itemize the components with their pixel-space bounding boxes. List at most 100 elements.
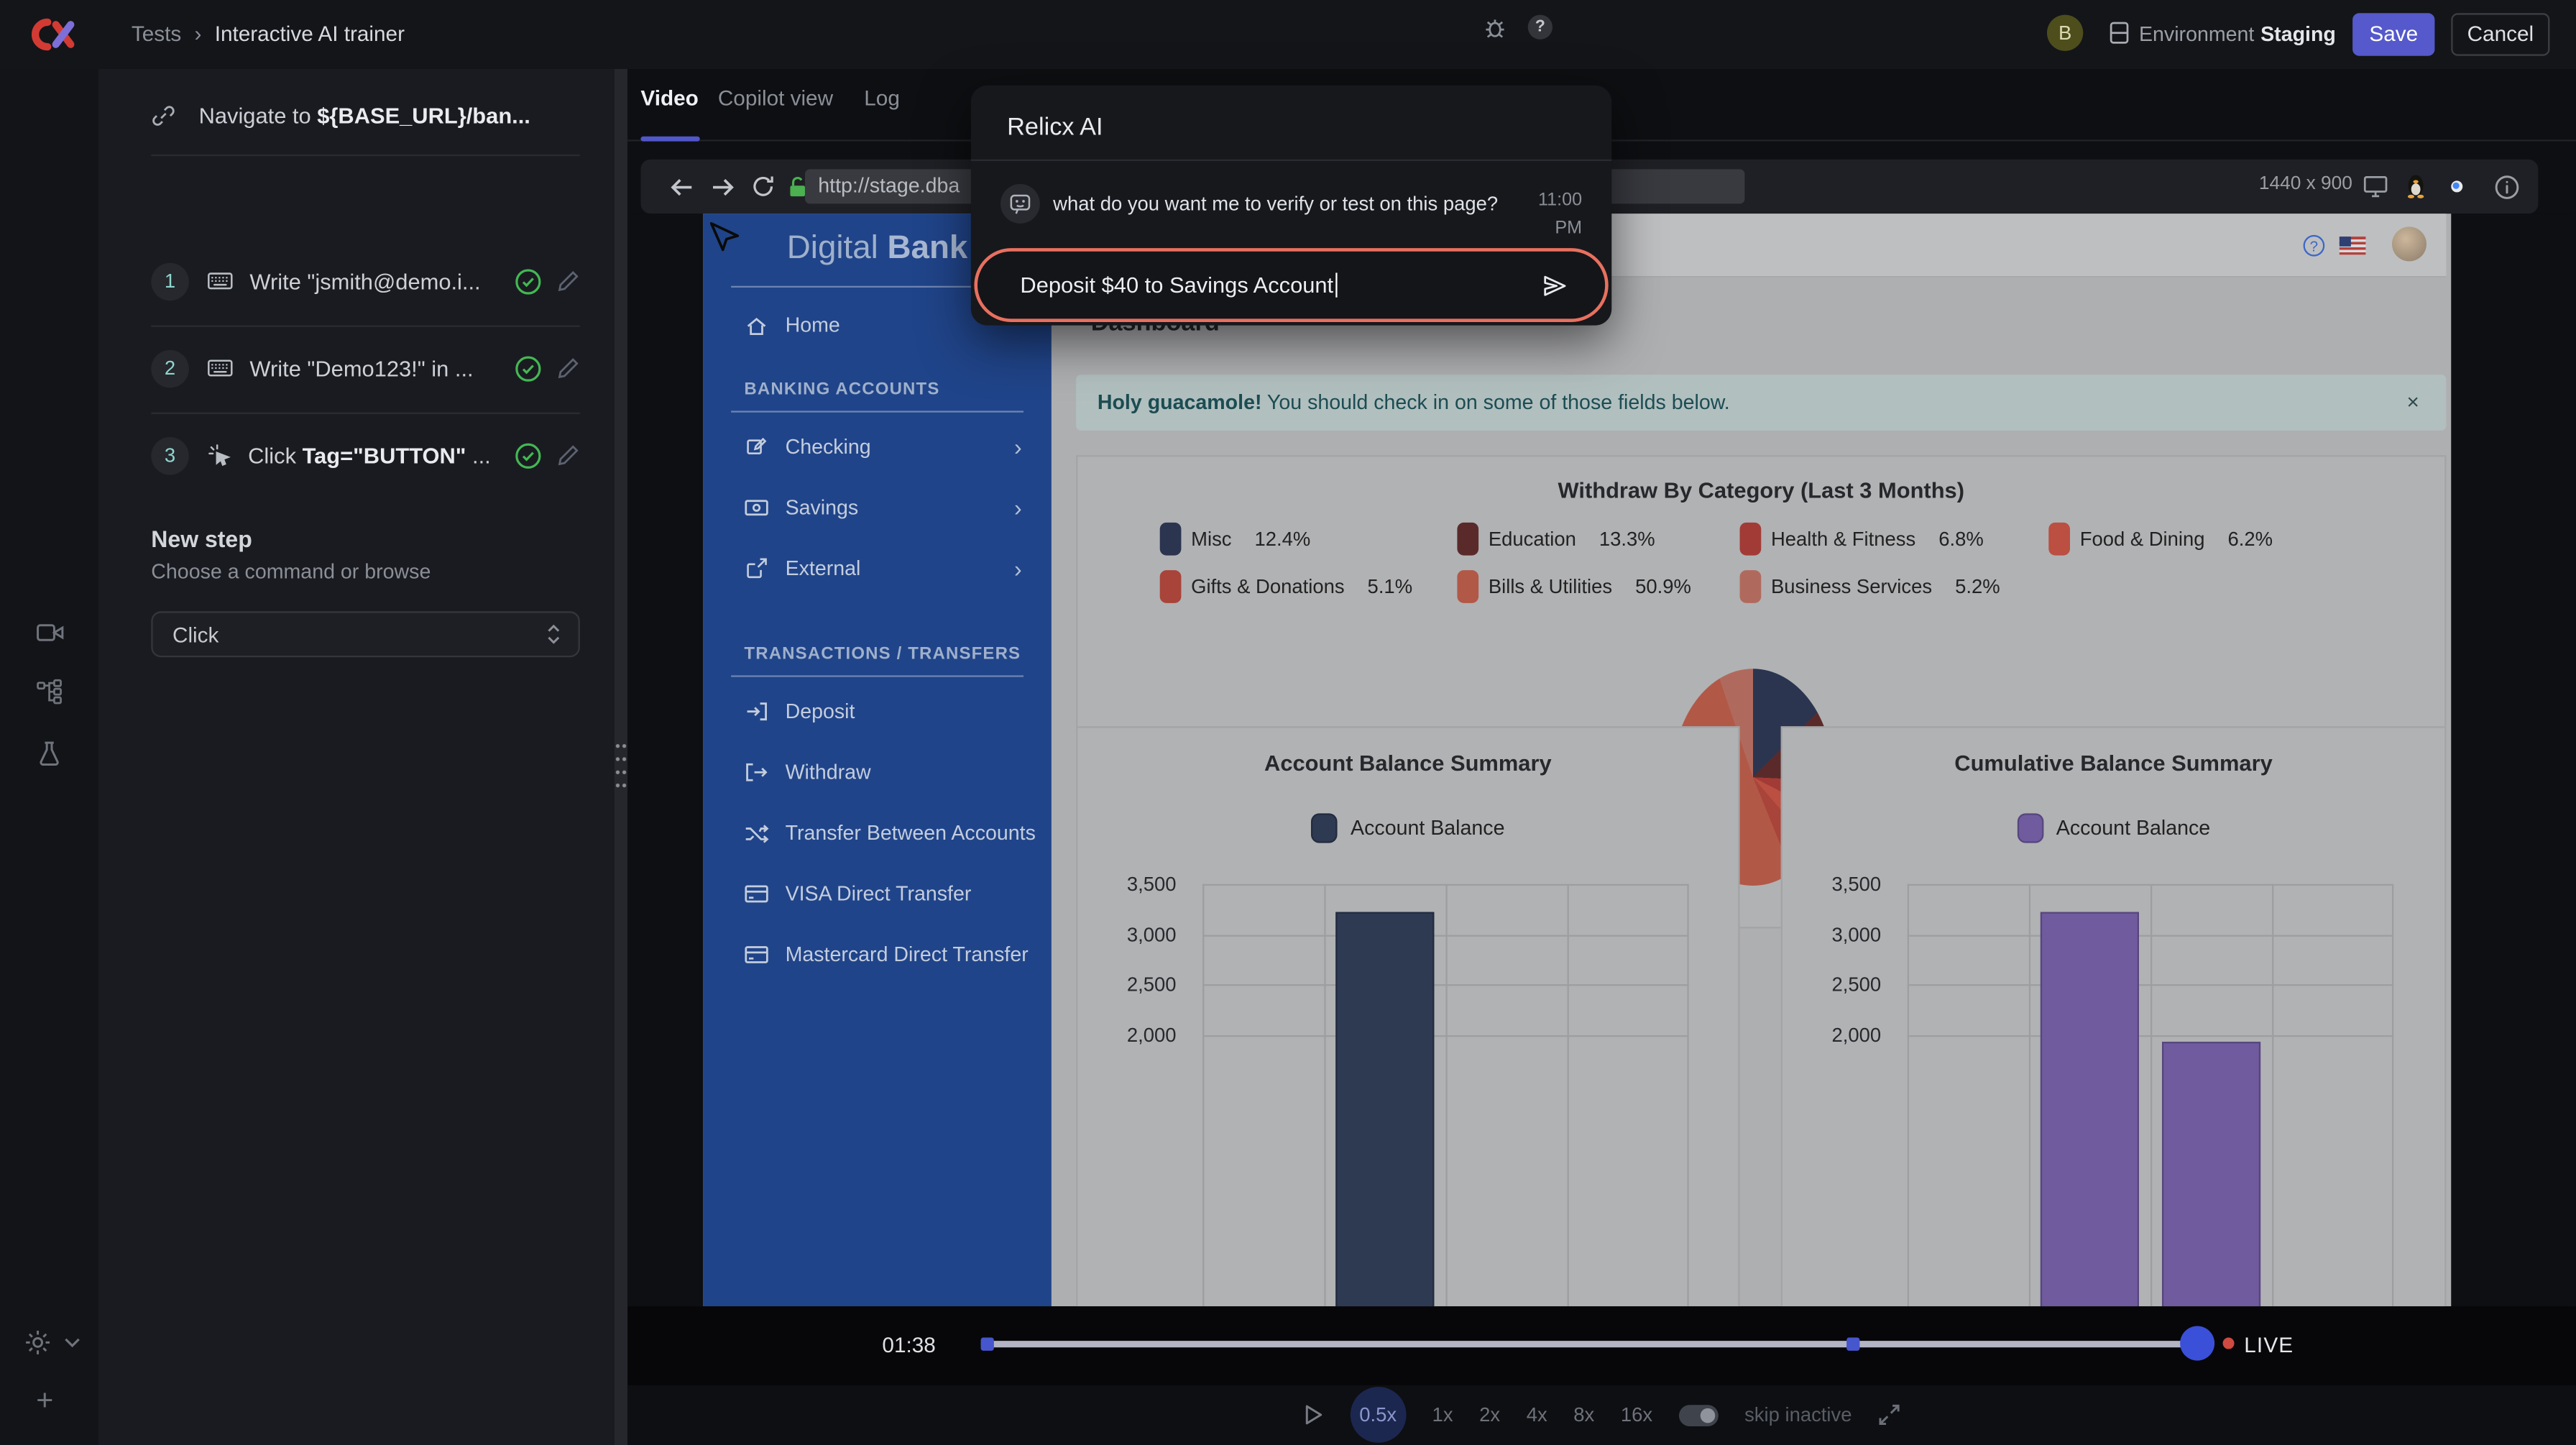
tab-video[interactable]: Video — [640, 86, 698, 110]
bank-nav-deposit[interactable]: Deposit — [703, 692, 1052, 731]
help-circle-icon[interactable]: ? — [2304, 235, 2325, 257]
monitor-icon[interactable] — [2363, 174, 2389, 198]
settings-gear-icon[interactable] — [23, 1328, 52, 1357]
legend-item[interactable]: Food & Dining6.2% — [2048, 523, 2409, 556]
step-row-1[interactable]: 1 Write "jsmith@demo.i... — [151, 245, 580, 318]
panel-resizer[interactable] — [615, 69, 627, 1445]
play-icon[interactable] — [1302, 1404, 1324, 1427]
chevron-down-icon[interactable] — [63, 1333, 82, 1352]
video-camera-icon[interactable] — [36, 620, 64, 646]
divider — [731, 675, 1024, 676]
progress-track[interactable] — [981, 1341, 2213, 1347]
speed-8x[interactable]: 8x — [1573, 1404, 1594, 1427]
cancel-button[interactable]: Cancel — [2451, 13, 2549, 55]
ai-prompt-input[interactable]: Deposit $40 to Savings Account — [974, 248, 1608, 322]
step-row-3[interactable]: 3 Click Tag="BUTTON" ... — [151, 419, 580, 492]
flow-tree-icon[interactable] — [36, 679, 64, 705]
send-icon[interactable] — [1541, 272, 1569, 298]
top-bar: Tests › Interactive AI trainer ? B Envir… — [0, 0, 2576, 70]
bank-nav-withdraw[interactable]: Withdraw — [703, 753, 1052, 792]
navigate-step[interactable]: Navigate to ${BASE_URL}/ban... — [151, 79, 580, 153]
drag-handle-icon[interactable] — [615, 740, 627, 789]
legend-item[interactable]: Business Services5.2% — [1740, 570, 2049, 603]
back-icon[interactable] — [668, 174, 695, 201]
tab-log[interactable]: Log — [864, 86, 900, 110]
speed-16x[interactable]: 16x — [1621, 1404, 1652, 1427]
cx-logo-icon[interactable] — [27, 15, 76, 55]
edit-pencil-icon[interactable] — [557, 357, 580, 380]
bank-nav-checking[interactable]: Checking› — [703, 427, 1052, 467]
progress-marker[interactable] — [1846, 1338, 1859, 1351]
gridline — [2272, 884, 2273, 1306]
keyboard-icon — [207, 357, 234, 380]
bank-nav-external[interactable]: External› — [703, 549, 1052, 588]
bar-legend[interactable]: Account Balance — [1077, 813, 1738, 843]
speed-2x[interactable]: 2x — [1479, 1404, 1500, 1427]
progress-marker[interactable] — [981, 1338, 994, 1351]
fullscreen-icon[interactable] — [1878, 1404, 1901, 1427]
video-viewport[interactable]: Digital Bank Home BANKING ACCOUNTS Check… — [627, 214, 2576, 1306]
bar-account-balance[interactable] — [2041, 911, 2139, 1306]
legend-item[interactable]: Education13.3% — [1457, 523, 1739, 556]
app-root: Tests › Interactive AI trainer ? B Envir… — [0, 0, 2576, 1445]
left-rail: + — [0, 69, 100, 1445]
bar-legend[interactable]: Account Balance — [1782, 813, 2444, 843]
navigate-step-label: Navigate to ${BASE_URL}/ban... — [199, 104, 530, 128]
environment-value[interactable]: Staging — [2260, 23, 2336, 46]
edit-pencil-icon[interactable] — [557, 444, 580, 467]
bar-plot — [1202, 884, 1689, 1306]
tab-copilot-view[interactable]: Copilot view — [718, 86, 833, 110]
playhead[interactable] — [2180, 1326, 2214, 1361]
alert-close-icon[interactable]: × — [2407, 387, 2419, 417]
external-link-icon — [744, 557, 768, 580]
save-button[interactable]: Save — [2352, 13, 2434, 55]
info-icon[interactable] — [2494, 174, 2521, 201]
legend-item[interactable]: Gifts & Donations5.1% — [1160, 570, 1458, 603]
flask-icon[interactable] — [36, 740, 63, 768]
forward-icon[interactable] — [709, 174, 736, 201]
speed-0.5x[interactable]: 0.5x — [1350, 1387, 1406, 1444]
legend-item[interactable]: Bills & Utilities50.9% — [1457, 570, 1739, 603]
legend-chip — [1740, 570, 1762, 603]
refresh-icon[interactable] — [751, 174, 776, 198]
bank-nav-mastercard-transfer[interactable]: Mastercard Direct Transfer — [703, 935, 1052, 975]
us-flag-icon[interactable] — [2340, 237, 2366, 254]
skip-inactive-toggle[interactable] — [1679, 1405, 1719, 1426]
help-icon[interactable]: ? — [1528, 15, 1552, 40]
home-icon — [744, 315, 768, 336]
bank-nav-savings[interactable]: Savings› — [703, 488, 1052, 528]
active-tab-underline — [640, 137, 699, 142]
viewport-resolution: 1440 x 900 — [2259, 174, 2352, 193]
bank-section-accounts: BANKING ACCOUNTS — [744, 380, 939, 399]
bar-account-balance[interactable] — [1335, 911, 1434, 1306]
divider — [971, 160, 1611, 161]
speed-4x[interactable]: 4x — [1527, 1404, 1547, 1427]
bug-icon[interactable] — [1482, 15, 1509, 42]
y-tick: 2,000 — [1786, 1024, 1882, 1047]
bar-account-balance[interactable] — [2162, 1042, 2260, 1306]
bank-nav-transfer-between[interactable]: Transfer Between Accounts — [703, 813, 1052, 853]
linux-penguin-icon — [2405, 173, 2426, 199]
banknote-icon — [744, 498, 768, 518]
user-avatar[interactable]: B — [2047, 15, 2083, 51]
edit-pencil-icon[interactable] — [557, 270, 580, 293]
gridline — [1908, 884, 1909, 1306]
legend-item[interactable]: Misc12.4% — [1160, 523, 1458, 556]
step-row-2[interactable]: 2 Write "Demo123!" in ... — [151, 332, 580, 405]
relicx-ai-modal: Relicx AI what do you want me to verify … — [971, 86, 1611, 326]
y-tick: 2,500 — [1786, 973, 1882, 996]
ai-message: what do you want me to verify or test on… — [1053, 192, 1513, 215]
breadcrumb-tests[interactable]: Tests — [132, 22, 181, 46]
command-select[interactable]: Click — [151, 611, 580, 657]
check-circle-icon — [514, 354, 542, 382]
cursor-click-icon — [207, 443, 231, 467]
gridline — [2029, 884, 2030, 1306]
legend-item[interactable]: Health & Fitness6.8% — [1740, 523, 2049, 556]
live-label[interactable]: LIVE — [2244, 1333, 2294, 1357]
add-icon[interactable]: + — [36, 1384, 53, 1418]
breadcrumb-current: Interactive AI trainer — [215, 22, 405, 46]
speed-1x[interactable]: 1x — [1432, 1404, 1453, 1427]
bank-nav-visa-transfer[interactable]: VISA Direct Transfer — [703, 874, 1052, 914]
legend-chip — [1311, 813, 1338, 843]
bank-user-avatar[interactable] — [2392, 226, 2426, 261]
